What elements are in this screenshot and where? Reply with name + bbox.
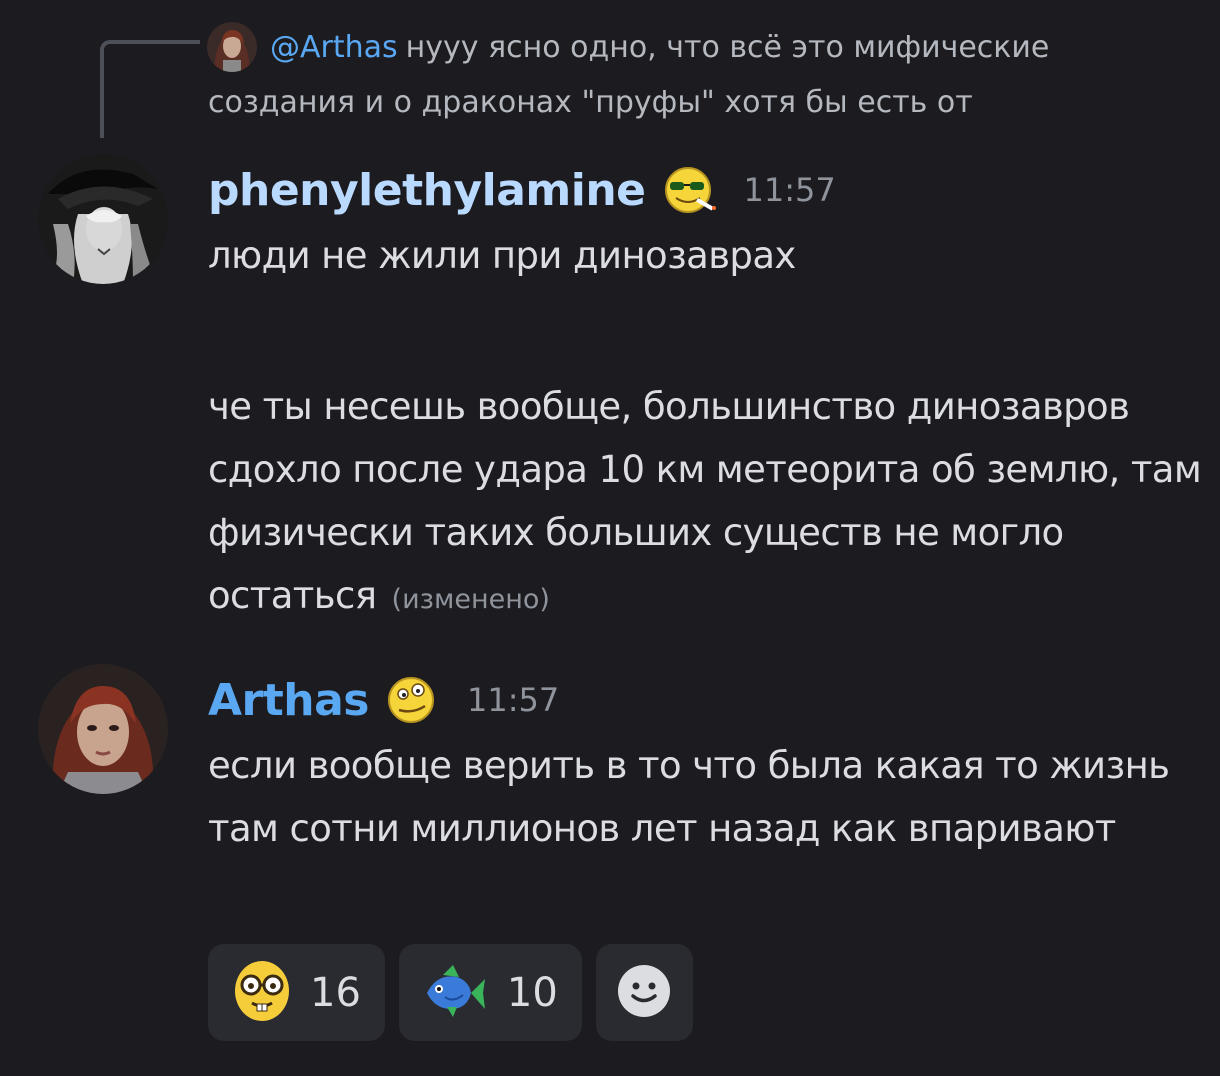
message-header: Arthas 11:57 — [208, 670, 559, 730]
username[interactable]: Arthas — [208, 675, 370, 726]
nerd-face-icon — [232, 959, 292, 1027]
add-reaction-button[interactable] — [595, 944, 693, 1041]
message-line: люди не жили при динозаврах — [208, 234, 796, 277]
cool-smiley-sunglasses-cigarette-icon — [660, 160, 720, 220]
reaction-count: 16 — [310, 969, 361, 1016]
edited-label: (изменено) — [391, 584, 550, 615]
message-content: если вообще верить в то что была какая т… — [208, 734, 1208, 860]
reaction-fish[interactable]: 10 — [398, 944, 582, 1041]
reply-mention[interactable]: @Arthas — [270, 30, 398, 65]
message-line: че ты несешь вообще, большинство динозав… — [208, 385, 1202, 617]
username[interactable]: phenylethylamine — [208, 165, 646, 216]
chat-view: @Arthas нууу ясно одно, что всё это мифич… — [0, 0, 1220, 1076]
message-blank-line — [208, 287, 1208, 350]
blue-fish-icon — [423, 959, 489, 1027]
reply-preview[interactable]: @Arthas нууу ясно одно, что всё это мифич… — [208, 20, 1198, 130]
timestamp[interactable]: 11:57 — [467, 681, 559, 719]
message-header: phenylethylamine 11:57 — [208, 160, 836, 220]
avatar-phenylethylamine[interactable] — [38, 154, 168, 284]
dizzy-smiley-icon — [383, 670, 443, 730]
reaction-count: 10 — [506, 969, 558, 1016]
add-reaction-smiley-icon — [616, 963, 672, 1023]
message-content: люди не жили при динозаврах че ты несешь… — [208, 224, 1208, 631]
message-line: если вообще верить в то что была какая т… — [208, 744, 1170, 850]
timestamp[interactable]: 11:57 — [744, 171, 836, 209]
reply-connector-line — [100, 40, 200, 138]
avatar-arthas[interactable] — [38, 664, 168, 794]
reaction-nerd[interactable]: 16 — [208, 944, 385, 1041]
reaction-bar: 16 10 — [208, 944, 693, 1041]
